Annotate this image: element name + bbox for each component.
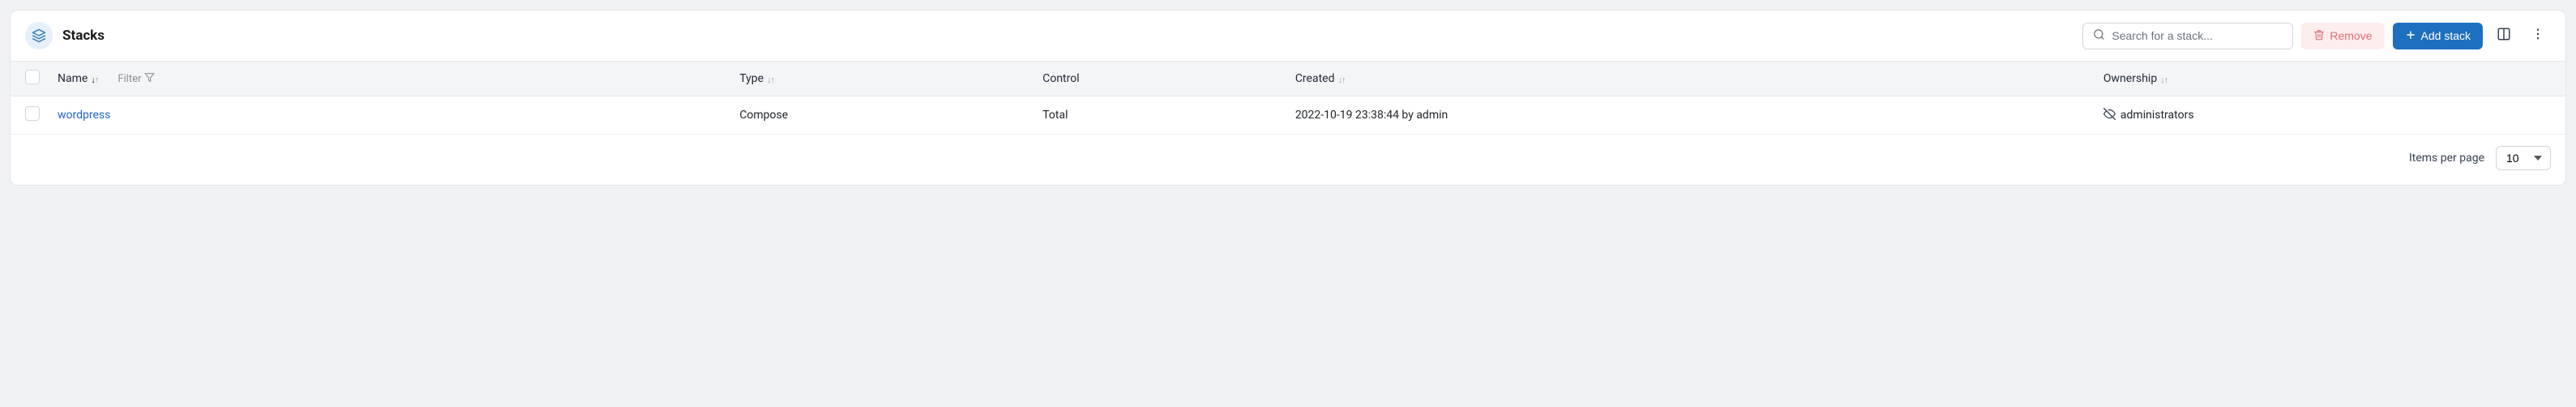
add-stack-button[interactable]: Add stack <box>2393 23 2483 49</box>
more-vertical-icon <box>2531 27 2545 45</box>
filter-icon <box>144 72 155 86</box>
columns-toggle-button[interactable] <box>2491 23 2517 49</box>
select-all-checkbox[interactable] <box>25 70 40 84</box>
plus-icon <box>2405 29 2416 43</box>
cell-ownership: administrators <box>2120 109 2194 122</box>
more-menu-button[interactable] <box>2525 23 2551 49</box>
sort-icon: ↓↑ <box>2160 75 2167 84</box>
table-header-row: Name ↓↑ Filter Type ↓↑ Control Created ↓… <box>11 61 2565 96</box>
col-header-type[interactable]: Type ↓↑ <box>739 72 774 85</box>
col-header-control: Control <box>1042 72 1079 85</box>
title-group: Stacks <box>25 22 105 49</box>
search-icon <box>2093 28 2105 44</box>
stacks-panel: Stacks Remove Add stack <box>10 10 2566 186</box>
table-row: wordpress Compose Total 2022-10-19 23:38… <box>11 96 2565 135</box>
trash-icon <box>2313 29 2325 43</box>
add-label: Add stack <box>2421 29 2471 42</box>
filter-button[interactable]: Filter <box>118 72 155 86</box>
search-box[interactable] <box>2082 23 2293 49</box>
remove-button[interactable]: Remove <box>2301 23 2384 49</box>
filter-label-text: Filter <box>118 73 141 85</box>
columns-icon <box>2497 27 2511 45</box>
stack-name-link[interactable]: wordpress <box>58 109 110 122</box>
cell-created: 2022-10-19 23:38:44 by admin <box>1295 109 2103 122</box>
table-footer: Items per page 10 <box>11 135 2565 185</box>
sort-icon: ↓↑ <box>91 75 98 84</box>
cell-type: Compose <box>739 109 1042 122</box>
page-size-select[interactable]: 10 <box>2496 146 2551 170</box>
page-title: Stacks <box>62 28 105 44</box>
col-header-created[interactable]: Created ↓↑ <box>1295 72 1346 85</box>
cell-control: Total <box>1042 109 1295 122</box>
panel-header: Stacks Remove Add stack <box>11 11 2565 61</box>
row-checkbox[interactable] <box>25 106 40 121</box>
remove-label: Remove <box>2330 29 2372 42</box>
search-input[interactable] <box>2112 29 2283 42</box>
header-actions: Remove Add stack <box>2082 23 2551 49</box>
col-header-name[interactable]: Name ↓↑ <box>58 72 98 85</box>
col-type-label: Type <box>739 72 764 85</box>
sort-icon: ↓↑ <box>767 75 774 84</box>
items-per-page-label: Items per page <box>2409 152 2484 165</box>
col-header-ownership[interactable]: Ownership ↓↑ <box>2103 72 2167 85</box>
stacks-icon <box>25 22 53 49</box>
eye-off-icon <box>2103 108 2116 123</box>
col-created-label: Created <box>1295 72 1335 85</box>
col-name-label: Name <box>58 72 88 85</box>
sort-icon: ↓↑ <box>1337 75 1345 84</box>
col-ownership-label: Ownership <box>2103 72 2157 85</box>
